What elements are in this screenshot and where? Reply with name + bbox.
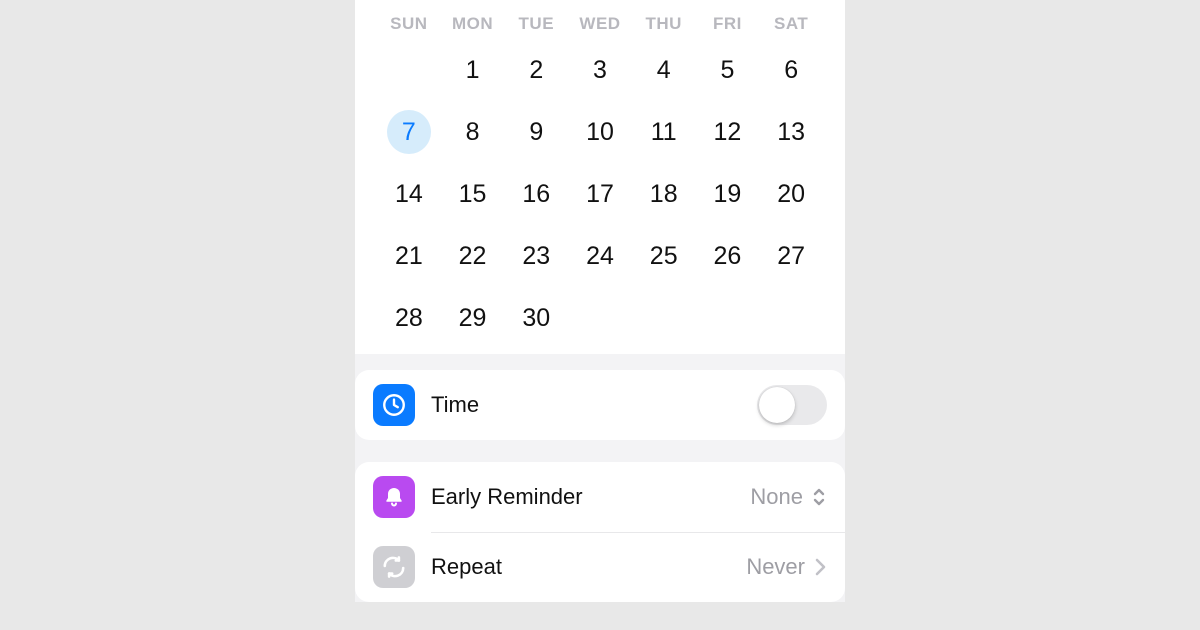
early-reminder-value: None <box>750 484 803 510</box>
reminder-options-card: Early Reminder None <box>355 462 845 602</box>
calendar-day[interactable]: 9 <box>504 106 568 158</box>
clock-icon <box>373 384 415 426</box>
time-card: Time <box>355 370 845 440</box>
calendar-day[interactable]: 5 <box>696 44 760 96</box>
calendar-day[interactable]: 21 <box>377 230 441 282</box>
weekday-label: MON <box>441 14 505 34</box>
repeat-row[interactable]: Repeat Never <box>355 532 845 602</box>
chevron-right-icon <box>813 557 827 577</box>
calendar-day[interactable]: 26 <box>696 230 760 282</box>
calendar-day[interactable]: 27 <box>759 230 823 282</box>
weekday-label: TUE <box>504 14 568 34</box>
calendar-day[interactable]: 10 <box>568 106 632 158</box>
repeat-value: Never <box>746 554 805 580</box>
calendar-day[interactable]: 13 <box>759 106 823 158</box>
time-row[interactable]: Time <box>355 370 845 440</box>
calendar-day[interactable]: 17 <box>568 168 632 220</box>
weekday-header: SUNMONTUEWEDTHUFRISAT <box>377 8 823 44</box>
calendar-day[interactable]: 4 <box>632 44 696 96</box>
calendar-day[interactable]: 6 <box>759 44 823 96</box>
weekday-label: THU <box>632 14 696 34</box>
calendar-day[interactable]: 25 <box>632 230 696 282</box>
weekday-label: SAT <box>759 14 823 34</box>
calendar-day[interactable]: 12 <box>696 106 760 158</box>
weekday-label: FRI <box>696 14 760 34</box>
reminder-details-panel: SUNMONTUEWEDTHUFRISAT 123456789101112131… <box>355 0 845 602</box>
calendar-day[interactable]: 1 <box>441 44 505 96</box>
calendar-day[interactable]: 23 <box>504 230 568 282</box>
repeat-label: Repeat <box>431 554 746 580</box>
time-toggle[interactable] <box>757 385 827 425</box>
calendar-day[interactable]: 19 <box>696 168 760 220</box>
early-reminder-label: Early Reminder <box>431 484 750 510</box>
calendar-day[interactable]: 2 <box>504 44 568 96</box>
calendar-day[interactable]: 20 <box>759 168 823 220</box>
weekday-label: SUN <box>377 14 441 34</box>
calendar-day[interactable]: 24 <box>568 230 632 282</box>
calendar-day[interactable]: 14 <box>377 168 441 220</box>
calendar-day[interactable]: 16 <box>504 168 568 220</box>
calendar-day[interactable]: 30 <box>504 292 568 344</box>
weekday-label: WED <box>568 14 632 34</box>
calendar-card: SUNMONTUEWEDTHUFRISAT 123456789101112131… <box>355 0 845 354</box>
calendar-day[interactable]: 29 <box>441 292 505 344</box>
calendar-day[interactable]: 18 <box>632 168 696 220</box>
calendar-day[interactable]: 7 <box>377 106 441 158</box>
repeat-icon <box>373 546 415 588</box>
calendar-day[interactable]: 15 <box>441 168 505 220</box>
early-reminder-row[interactable]: Early Reminder None <box>355 462 845 532</box>
calendar-day[interactable]: 22 <box>441 230 505 282</box>
calendar-day[interactable]: 8 <box>441 106 505 158</box>
time-label: Time <box>431 392 757 418</box>
updown-icon <box>811 486 827 508</box>
calendar-day[interactable]: 11 <box>632 106 696 158</box>
calendar-grid: 1234567891011121314151617181920212223242… <box>377 44 823 344</box>
calendar-day-empty <box>377 44 441 96</box>
calendar-day[interactable]: 28 <box>377 292 441 344</box>
calendar-day[interactable]: 3 <box>568 44 632 96</box>
bell-icon <box>373 476 415 518</box>
